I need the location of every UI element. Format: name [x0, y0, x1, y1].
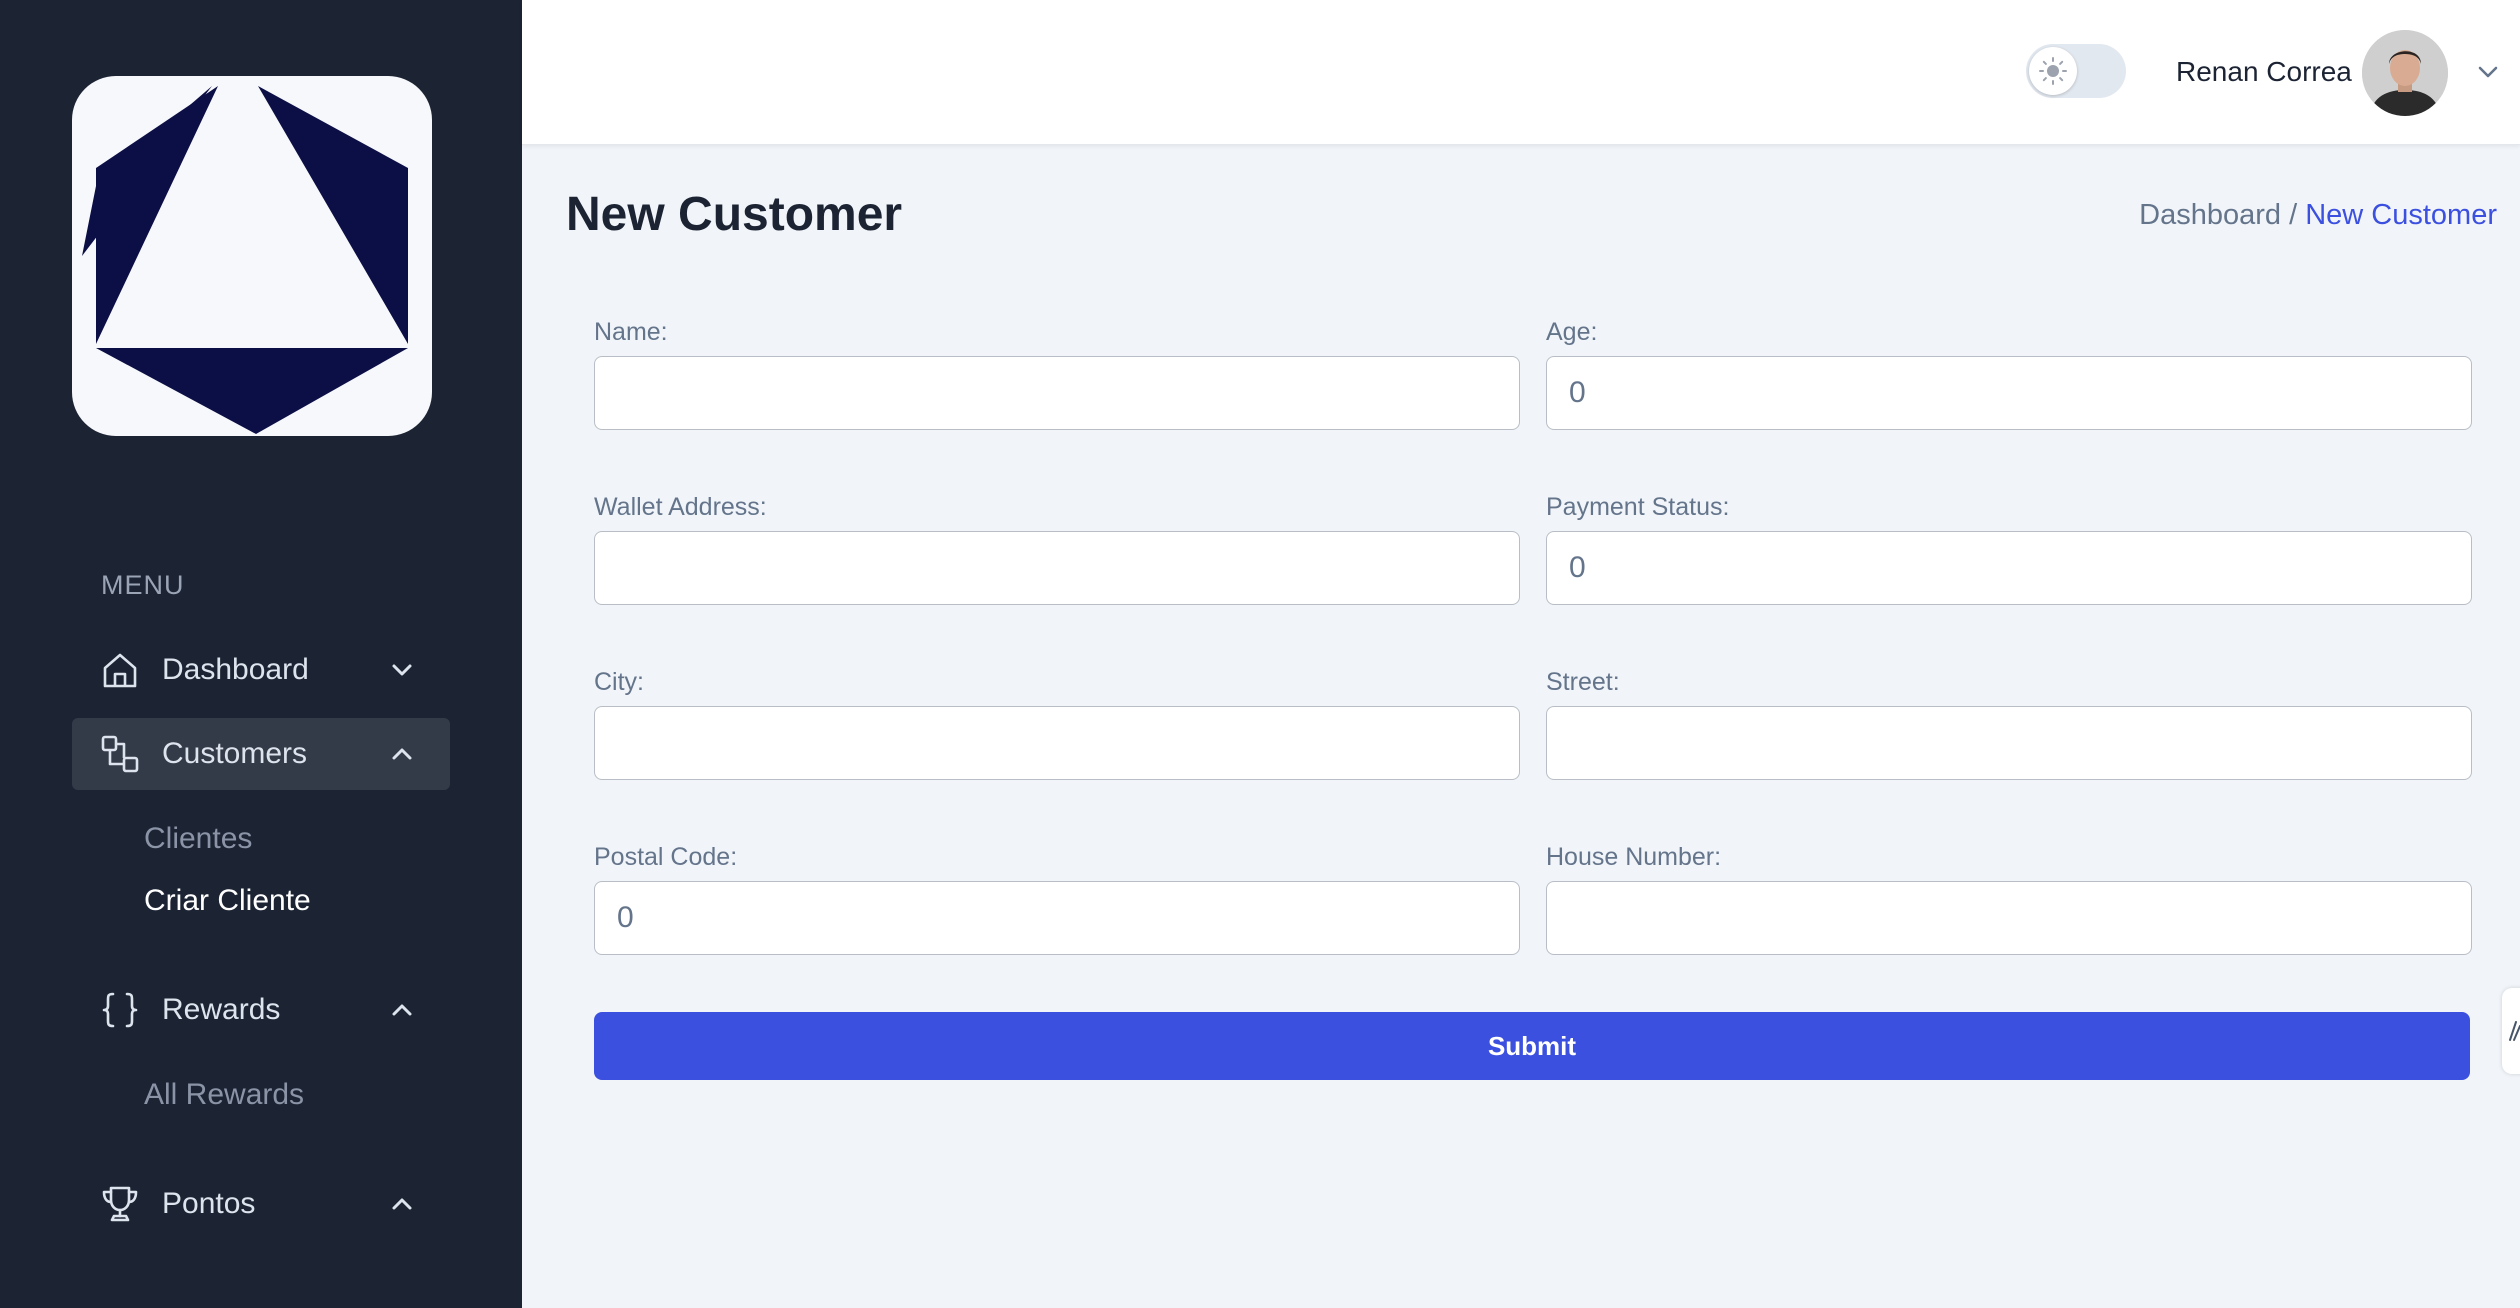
chevron-down-icon[interactable]: [2474, 58, 2502, 86]
street-field[interactable]: [1546, 706, 2472, 780]
chevron-up-icon[interactable]: [388, 996, 416, 1024]
home-icon: [100, 650, 140, 690]
age-label: Age:: [1546, 318, 1598, 346]
handle-icon: [2509, 1021, 2520, 1041]
payment-status-field[interactable]: [1546, 531, 2472, 605]
house-number-label: House Number:: [1546, 843, 1722, 871]
house-number-field[interactable]: [1546, 881, 2472, 955]
sidebar-item-pontos[interactable]: Pontos: [72, 1168, 450, 1240]
triangle-hexagon-logo-icon: [82, 86, 408, 434]
user-avatar[interactable]: [2362, 30, 2448, 116]
sidebar-subitem-criar-cliente[interactable]: Criar Cliente: [144, 882, 311, 920]
sidebar-subitem-all-rewards[interactable]: All Rewards: [144, 1076, 304, 1114]
payment-status-label: Payment Status:: [1546, 493, 1730, 521]
sidebar-item-rewards[interactable]: Rewards: [72, 974, 450, 1046]
street-label: Street:: [1546, 668, 1620, 696]
submit-button[interactable]: Submit: [594, 1012, 2470, 1080]
age-field[interactable]: [1546, 356, 2472, 430]
breadcrumb-dashboard[interactable]: Dashboard /: [2139, 199, 2297, 231]
name-field[interactable]: [594, 356, 1520, 430]
menu-heading: MENU: [101, 570, 185, 600]
chevron-down-icon[interactable]: [388, 656, 416, 684]
trophy-icon: [100, 1184, 140, 1224]
user-name[interactable]: Renan Correa: [2176, 54, 2352, 90]
customers-icon: [100, 734, 140, 774]
postal-code-label: Postal Code:: [594, 843, 738, 871]
app-window: MENU Dashboard Customers Clientes Criar …: [0, 0, 2520, 1308]
theme-toggle[interactable]: [2026, 44, 2126, 98]
sidebar-item-dashboard[interactable]: Dashboard: [72, 634, 450, 706]
city-label: City:: [594, 668, 644, 696]
side-handle[interactable]: [2502, 988, 2520, 1074]
chevron-up-icon[interactable]: [388, 740, 416, 768]
chevron-up-icon[interactable]: [388, 1190, 416, 1218]
sidebar-item-label: Rewards: [162, 993, 281, 1026]
wallet-address-field[interactable]: [594, 531, 1520, 605]
sidebar-item-label: Customers: [162, 737, 308, 770]
sidebar-subitem-clientes[interactable]: Clientes: [144, 820, 252, 858]
toggle-knob: [2029, 47, 2077, 95]
sidebar-item-label: Pontos: [162, 1187, 256, 1220]
sidebar-item-label: Dashboard: [162, 653, 309, 686]
sidebar: MENU Dashboard Customers Clientes Criar …: [0, 0, 522, 1308]
page-title: New Customer: [566, 188, 903, 241]
braces-icon: [100, 990, 140, 1030]
wallet-address-label: Wallet Address:: [594, 493, 767, 521]
city-field[interactable]: [594, 706, 1520, 780]
sidebar-item-customers[interactable]: Customers: [72, 718, 450, 790]
avatar-icon: [2362, 30, 2448, 116]
name-label: Name:: [594, 318, 668, 346]
postal-code-field[interactable]: [594, 881, 1520, 955]
breadcrumb: Dashboard / New Customer: [2139, 196, 2497, 234]
breadcrumb-current: New Customer: [2305, 199, 2497, 231]
sun-icon: [2039, 57, 2067, 85]
logo[interactable]: [72, 76, 432, 436]
